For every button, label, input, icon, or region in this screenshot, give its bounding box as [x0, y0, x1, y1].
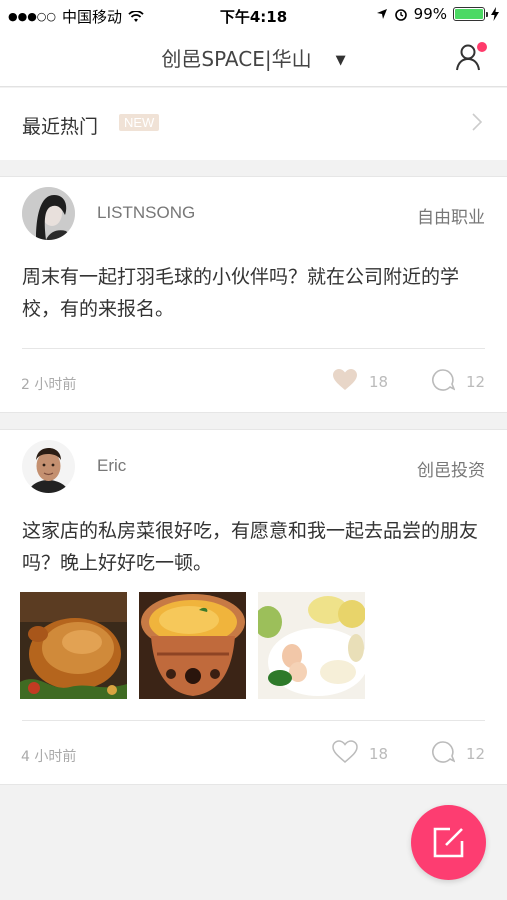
- post-time: 2 小时前: [21, 377, 77, 393]
- soup-pot-photo[interactable]: [139, 592, 246, 699]
- notification-dot: [477, 42, 487, 52]
- author-tag: 创邑投资: [417, 461, 485, 481]
- status-bar: ●●●○○ 中国移动 下午4:18 99%: [0, 0, 507, 30]
- post-card[interactable]: Eric 创邑投资 这家店的私房菜很好吃，有愿意和我一起去品尝的朋友吗？晚上好好…: [0, 429, 507, 785]
- battery-percent: 99%: [413, 5, 447, 23]
- charging-icon: [491, 7, 499, 21]
- author-name[interactable]: Eric: [97, 456, 126, 476]
- post-time: 4 小时前: [21, 749, 77, 765]
- heart-icon[interactable]: [332, 368, 358, 392]
- compose-button[interactable]: [411, 805, 486, 880]
- post-content: 这家店的私房菜很好吃，有愿意和我一起去品尝的朋友吗？晚上好好吃一顿。: [22, 520, 479, 574]
- comment-icon[interactable]: [431, 740, 455, 764]
- space-selector[interactable]: 创邑SPACE|华山 ▼: [0, 43, 507, 72]
- top-nav: 创邑SPACE|华山 ▼: [0, 30, 507, 87]
- like-count: 18: [369, 745, 389, 763]
- author-name[interactable]: LISTNSONG: [97, 203, 195, 223]
- dumplings-photo[interactable]: [258, 592, 365, 699]
- comment-icon[interactable]: [431, 368, 455, 392]
- photo-strip: [20, 592, 365, 699]
- recent-hot-label: 最近热门: [22, 116, 99, 138]
- profile-button[interactable]: [455, 42, 487, 72]
- roast-turkey-photo[interactable]: [20, 592, 127, 699]
- avatar[interactable]: [22, 440, 75, 493]
- chevron-down-icon: ▼: [335, 53, 346, 68]
- alarm-icon: [394, 9, 407, 21]
- edit-icon: [433, 827, 464, 858]
- like-count: 18: [369, 373, 389, 391]
- author-tag: 自由职业: [417, 208, 485, 228]
- new-badge: NEW: [119, 114, 160, 131]
- comment-count: 12: [466, 745, 486, 763]
- page-title: 创邑SPACE|华山: [161, 47, 312, 71]
- chevron-right-icon: [472, 113, 483, 131]
- comment-count: 12: [466, 373, 486, 391]
- battery-icon: [453, 7, 488, 21]
- divider: [22, 348, 485, 349]
- heart-icon[interactable]: [332, 740, 358, 764]
- divider: [22, 720, 485, 721]
- avatar[interactable]: [22, 187, 75, 240]
- recent-hot-row[interactable]: 最近热门 NEW: [0, 88, 507, 160]
- post-card[interactable]: LISTNSONG 自由职业 周末有一起打羽毛球的小伙伴吗？就在公司附近的学校，…: [0, 176, 507, 413]
- post-content: 周末有一起打羽毛球的小伙伴吗？就在公司附近的学校，有的来报名。: [22, 266, 460, 320]
- location-arrow-icon: [376, 9, 387, 19]
